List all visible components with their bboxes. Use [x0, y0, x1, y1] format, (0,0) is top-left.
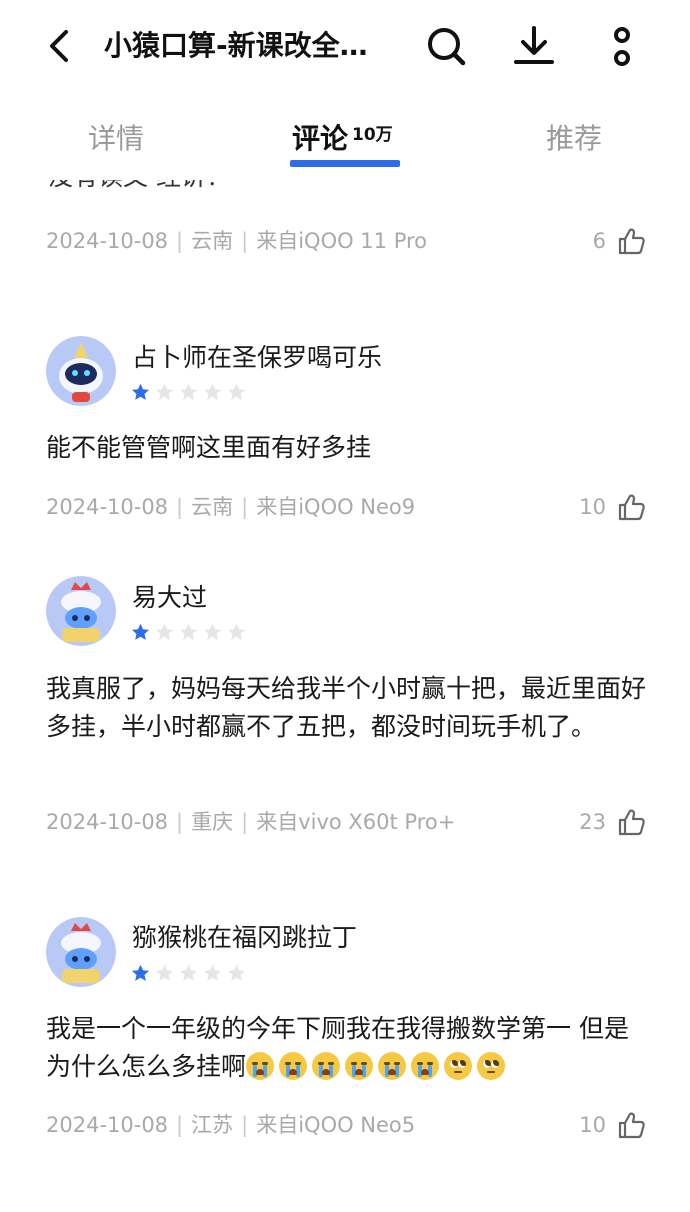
- star-empty-icon: [203, 964, 222, 981]
- star-filled-icon: [131, 383, 150, 400]
- comment-region: 江苏: [191, 1113, 234, 1137]
- comment-date: 2024-10-08: [46, 495, 169, 519]
- star-empty-icon: [155, 383, 174, 400]
- active-tab-indicator: [290, 160, 400, 167]
- like-count: 6: [592, 229, 606, 253]
- comment-text: 能不能管管啊这里面有好多挂: [46, 433, 372, 462]
- comment-meta: 2024-10-08 | 云南 | 来自iQOO Neo9: [46, 495, 416, 519]
- loudly-crying-emoji-icon: [411, 1052, 440, 1080]
- like-count: 23: [579, 810, 606, 834]
- more-vertical-icon: [614, 27, 630, 66]
- comment-count-badge: 10万: [352, 125, 393, 145]
- like-button[interactable]: 23: [579, 805, 646, 839]
- comment-date: 2024-10-08: [46, 810, 169, 834]
- search-icon: [428, 28, 466, 66]
- loudly-crying-emoji-icon: [279, 1052, 308, 1080]
- comment-username[interactable]: 猕猴桃在福冈跳拉丁: [132, 922, 357, 954]
- page-title: 小猿口算-新课改全…: [104, 29, 368, 62]
- comment-meta: 2024-10-08 | 云南 | 来自iQOO 11 Pro: [46, 229, 428, 253]
- robot-avatar-icon: [46, 576, 116, 646]
- pleading-face-emoji-icon: [444, 1052, 473, 1080]
- app-header: 小猿口算-新课改全…: [0, 0, 690, 92]
- loudly-crying-emoji-icon: [378, 1052, 407, 1080]
- download-button[interactable]: [510, 22, 558, 70]
- comment-username[interactable]: 易大过: [132, 582, 207, 614]
- star-empty-icon: [227, 964, 246, 981]
- thumbs-up-icon: [618, 1112, 645, 1139]
- search-button[interactable]: [422, 22, 470, 70]
- star-rating: [130, 963, 247, 985]
- chevron-left-icon: [50, 30, 68, 62]
- comment-list[interactable]: 没有读文 经讲！ 2024-10-08|云南|来自iQOO 11 Pro 6 占…: [0, 180, 690, 1212]
- comment-meta: 2024-10-08 | 江苏 | 来自iQOO Neo5: [46, 1113, 416, 1137]
- thumbs-up-icon: [618, 228, 645, 255]
- star-rating: [130, 382, 247, 404]
- comment-date: 2024-10-08: [46, 1113, 169, 1137]
- star-empty-icon: [203, 623, 222, 640]
- like-count: 10: [579, 495, 606, 519]
- comment-text-cut: 没有读文 经讲！: [48, 180, 231, 192]
- thumbs-up-icon: [618, 494, 645, 521]
- comment-device: 来自iQOO 11 Pro: [256, 229, 428, 253]
- like-button[interactable]: 10: [579, 490, 646, 524]
- star-empty-icon: [179, 383, 198, 400]
- comment-device: 来自iQOO Neo5: [256, 1113, 416, 1137]
- star-empty-icon: [155, 623, 174, 640]
- robot-avatar-icon: [46, 336, 116, 406]
- star-empty-icon: [179, 623, 198, 640]
- pleading-face-emoji-icon: [477, 1052, 506, 1080]
- like-button[interactable]: 6: [593, 224, 646, 258]
- like-count: 10: [579, 1113, 606, 1137]
- comment-text: 我真服了，妈妈每天给我半个小时赢十把，最近里面好多挂，半小时都赢不了五把，都没时…: [46, 674, 647, 741]
- robot-avatar-icon: [46, 917, 116, 987]
- loudly-crying-emoji-icon: [345, 1052, 374, 1080]
- star-filled-icon: [131, 964, 150, 981]
- loudly-crying-emoji-icon: [312, 1052, 341, 1080]
- back-button[interactable]: [40, 24, 80, 68]
- comment-meta: 2024-10-08 | 重庆 | 来自vivo X60t Pro+: [46, 810, 456, 834]
- emoji-row: [246, 1052, 510, 1081]
- star-filled-icon: [131, 623, 150, 640]
- comment-region: 云南: [191, 229, 234, 253]
- star-rating: [130, 622, 247, 644]
- avatar[interactable]: [46, 336, 116, 406]
- tab-comments[interactable]: 评论: [292, 118, 348, 160]
- comment-device: 来自vivo X60t Pro+: [256, 810, 456, 834]
- star-empty-icon: [227, 383, 246, 400]
- thumbs-up-icon: [618, 809, 645, 836]
- star-empty-icon: [203, 383, 222, 400]
- like-button[interactable]: 10: [579, 1108, 646, 1142]
- comment-username[interactable]: 占卜师在圣保罗喝可乐: [132, 342, 382, 374]
- comment-region: 云南: [191, 495, 234, 519]
- comment-region: 重庆: [191, 810, 234, 834]
- download-icon: [514, 26, 554, 64]
- star-empty-icon: [179, 964, 198, 981]
- comment-text: 我是一个一年级的今年下厕我在我得搬数学第一 但是为什么怎么多挂啊: [46, 1010, 646, 1086]
- star-empty-icon: [227, 623, 246, 640]
- avatar[interactable]: [46, 576, 116, 646]
- tab-details[interactable]: 详情: [88, 118, 144, 160]
- comment-device: 来自iQOO Neo9: [256, 495, 416, 519]
- tab-recommend[interactable]: 推荐: [546, 118, 602, 160]
- loudly-crying-emoji-icon: [246, 1052, 275, 1080]
- avatar[interactable]: [46, 917, 116, 987]
- comment-date: 2024-10-08: [46, 229, 169, 253]
- more-options-button[interactable]: [598, 22, 646, 70]
- star-empty-icon: [155, 964, 174, 981]
